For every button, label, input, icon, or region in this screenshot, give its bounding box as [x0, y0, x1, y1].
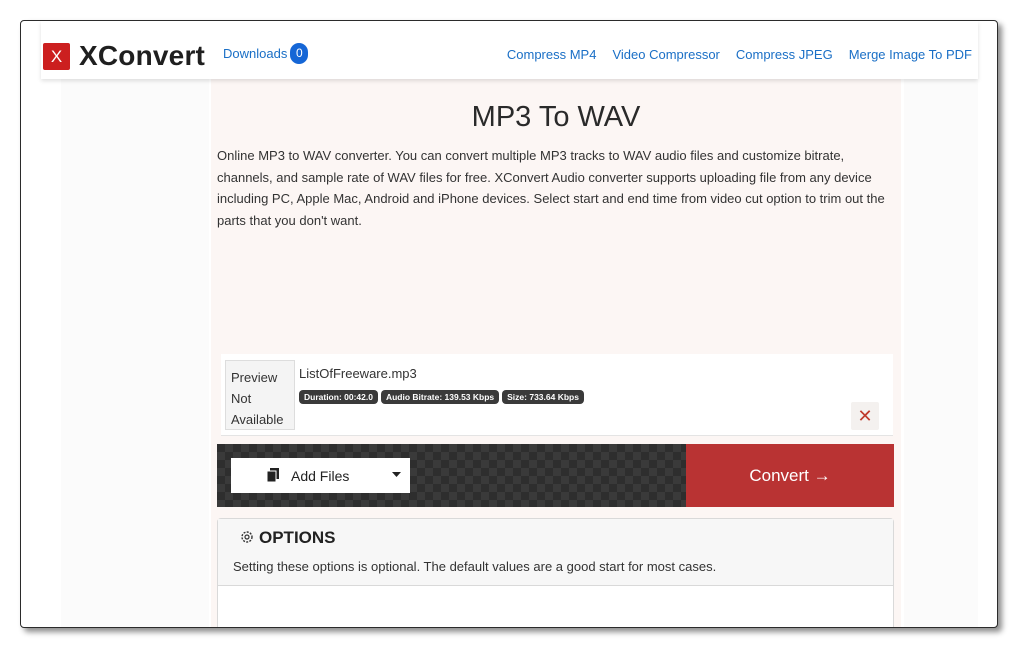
logo-icon: X — [43, 42, 70, 70]
files-icon — [266, 468, 279, 485]
site-logo[interactable]: X XConvert — [43, 40, 205, 72]
options-note: Setting these options is optional. The d… — [233, 559, 717, 574]
nav-links: Compress MP4 Video Compressor Compress J… — [507, 47, 972, 62]
options-title-text: OPTIONS — [259, 528, 336, 547]
browser-frame: X XConvert Downloads 0 Compress MP4 Vide… — [20, 20, 998, 628]
file-name: ListOfFreeware.mp3 — [299, 366, 417, 381]
right-margin — [904, 79, 978, 627]
downloads-count-badge: 0 — [290, 43, 309, 64]
page-description: Online MP3 to WAV converter. You can con… — [217, 148, 885, 228]
file-meta-badges: Duration: 00:42.0 Audio Bitrate: 139.53 … — [299, 390, 584, 404]
remove-file-button[interactable]: ✕ — [851, 402, 879, 430]
action-bar: Add Files Convert → — [217, 444, 894, 507]
left-margin — [61, 79, 209, 627]
top-navbar: X XConvert Downloads 0 Compress MP4 Vide… — [41, 21, 978, 79]
preview-line: Available — [231, 412, 284, 427]
preview-line: Preview — [231, 370, 278, 385]
nav-link-compress-mp4[interactable]: Compress MP4 — [507, 47, 597, 62]
downloads-label: Downloads — [223, 46, 288, 61]
duration-badge: Duration: 00:42.0 — [299, 390, 378, 404]
nav-link-merge-image-to-pdf[interactable]: Merge Image To PDF — [849, 47, 972, 62]
convert-button[interactable]: Convert → — [686, 444, 894, 507]
nav-link-compress-jpeg[interactable]: Compress JPEG — [736, 47, 833, 62]
file-preview-placeholder: Preview Not Available — [225, 360, 295, 430]
preview-line: Not — [231, 391, 252, 406]
bitrate-badge: Audio Bitrate: 139.53 Kbps — [380, 390, 500, 404]
add-files-button[interactable]: Add Files — [231, 458, 410, 493]
add-files-label: Add Files — [291, 467, 350, 484]
logo-text: XConvert — [79, 40, 206, 71]
downloads-link[interactable]: Downloads 0 — [223, 43, 309, 64]
page-title: MP3 To WAV — [471, 101, 641, 133]
options-title[interactable]: OPTIONS — [240, 528, 336, 548]
file-list-item: Preview Not Available ListOfFreeware.mp3… — [221, 354, 893, 436]
size-badge: Size: 733.64 Kbps — [502, 390, 584, 404]
gear-icon — [240, 530, 254, 547]
options-header: OPTIONS Setting these options is optiona… — [218, 519, 893, 586]
options-panel: OPTIONS Setting these options is optiona… — [217, 518, 894, 627]
nav-link-video-compressor[interactable]: Video Compressor — [612, 47, 719, 62]
chevron-down-icon[interactable] — [392, 470, 401, 480]
